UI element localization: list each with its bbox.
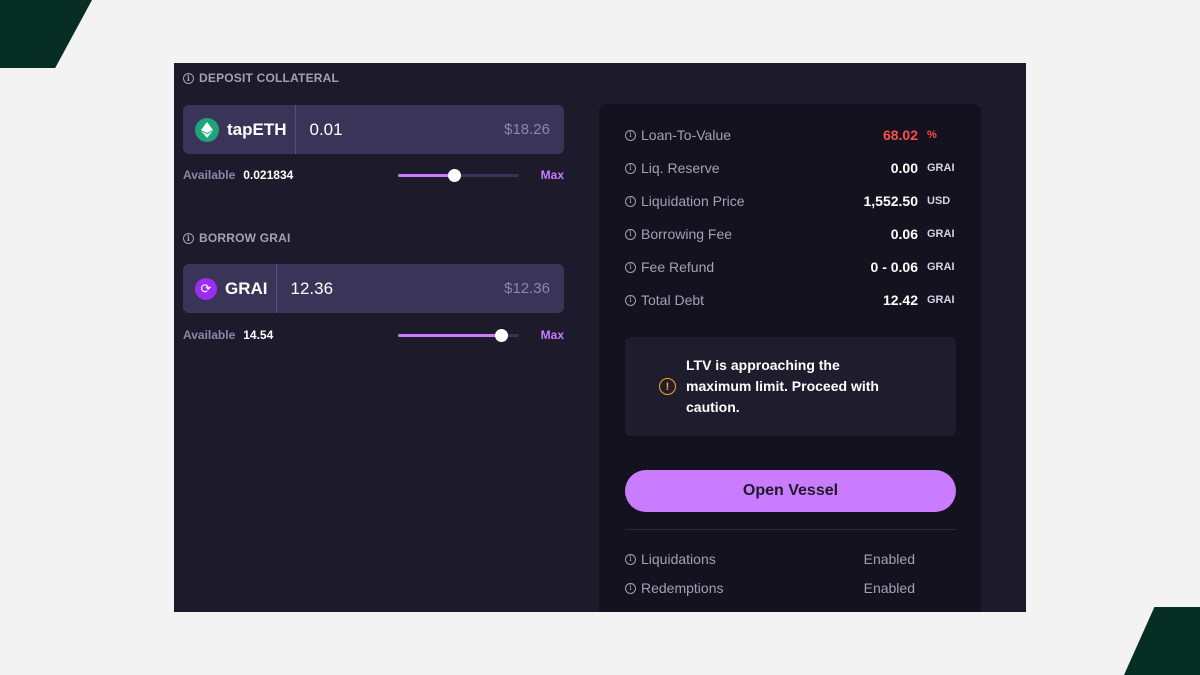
slider-fill	[398, 173, 454, 177]
info-icon: i	[625, 162, 636, 174]
stat-label: i Total Debt	[625, 292, 883, 308]
divider	[625, 529, 956, 530]
info-icon: i	[625, 294, 636, 306]
grai-icon: ⟳	[195, 277, 217, 300]
borrow-label-text: BORROW GRAI	[199, 231, 291, 245]
stat-row-fee-refund: i Fee Refund 0 - 0.06 GRAI	[625, 258, 956, 276]
deposit-section-label: i DEPOSIT COLLATERAL	[183, 71, 339, 85]
borrow-token-name: GRAI	[225, 278, 268, 298]
stat-unit: GRAI	[927, 261, 955, 273]
stat-label-text: Borrowing Fee	[641, 226, 733, 242]
open-vessel-button[interactable]: Open Vessel	[625, 470, 956, 512]
stat-label-text: Liq. Reserve	[641, 160, 720, 176]
stat-unit: GRAI	[927, 294, 955, 306]
stat-row-liq-reserve: i Liq. Reserve 0.00 GRAI	[625, 159, 956, 177]
flag-label: i Liquidations	[625, 551, 864, 567]
slider-thumb[interactable]	[494, 328, 508, 342]
deposit-token-selector[interactable]: tapETH	[183, 105, 296, 154]
deposit-slider[interactable]	[398, 168, 519, 182]
available-value: 14.54	[243, 328, 274, 342]
borrow-section-label: i BORROW GRAI	[183, 231, 291, 245]
deposit-token-name: tapETH	[227, 119, 287, 139]
stat-label: i Liquidation Price	[625, 193, 864, 209]
flag-label: i Redemptions	[625, 580, 864, 596]
flag-label-text: Redemptions	[641, 580, 724, 596]
stat-unit: USD	[927, 195, 951, 207]
stat-unit: GRAI	[927, 162, 955, 174]
ethereum-icon	[195, 117, 219, 142]
info-icon: i	[625, 195, 636, 207]
stat-value: 0.00	[890, 160, 918, 176]
vessel-app: i DEPOSIT COLLATERAL tapETH 0.01 $18.26 …	[174, 63, 1026, 612]
deposit-amount-input[interactable]: 0.01	[296, 120, 505, 140]
deposit-usd-value: $18.26	[504, 121, 550, 138]
deposit-input-box[interactable]: tapETH 0.01 $18.26	[183, 105, 564, 154]
borrow-max-button[interactable]: Max	[541, 328, 564, 342]
info-icon: i	[625, 129, 636, 141]
stat-label: i Borrowing Fee	[625, 226, 891, 242]
info-icon: i	[183, 232, 194, 244]
flag-row-redemptions: i Redemptions Enabled	[625, 579, 915, 597]
flag-value: Enabled	[863, 551, 915, 567]
flag-value: Enabled	[863, 580, 915, 596]
deposit-available-row: Available 0.021834 Max	[183, 167, 564, 183]
warning-icon: !	[659, 378, 676, 395]
stat-value: 0.06	[890, 226, 918, 242]
borrow-input-box[interactable]: ⟳ GRAI 12.36 $12.36	[183, 264, 564, 313]
available-value: 0.021834	[243, 168, 294, 182]
corner-decoration-bottom-right	[1124, 607, 1200, 675]
info-icon: i	[625, 228, 636, 240]
stat-value: 0 - 0.06	[870, 259, 918, 275]
stat-row-ltv: i Loan-To-Value 68.02 %	[625, 126, 956, 144]
deposit-max-button[interactable]: Max	[541, 168, 564, 182]
stat-unit: %	[927, 129, 937, 141]
borrow-usd-value: $12.36	[504, 280, 550, 297]
corner-decoration-top-left	[0, 0, 92, 68]
stat-row-borrowing-fee: i Borrowing Fee 0.06 GRAI	[625, 225, 956, 243]
slider-fill	[398, 333, 501, 337]
stat-label-text: Fee Refund	[641, 259, 715, 275]
info-icon: i	[625, 261, 636, 273]
stat-label: i Fee Refund	[625, 259, 871, 275]
borrow-amount-input[interactable]: 12.36	[277, 279, 505, 299]
stat-row-liquidation-price: i Liquidation Price 1,552.50 USD	[625, 192, 956, 210]
available-label: Available	[183, 168, 236, 182]
deposit-label-text: DEPOSIT COLLATERAL	[199, 71, 340, 85]
available-label: Available	[183, 328, 236, 342]
vessel-summary-panel: i Loan-To-Value 68.02 % i Liq. Reserve 0.0…	[599, 104, 981, 612]
flag-row-liquidations: i Liquidations Enabled	[625, 550, 915, 568]
stat-row-total-debt: i Total Debt 12.42 GRAI	[625, 291, 956, 309]
borrow-token-selector[interactable]: ⟳ GRAI	[183, 264, 277, 313]
borrow-available-row: Available 14.54 Max	[183, 327, 564, 343]
stat-unit: GRAI	[927, 228, 955, 240]
ltv-warning-text: LTV is approaching the maximum limit. Pr…	[686, 357, 879, 415]
stat-label: i Liq. Reserve	[625, 160, 891, 176]
slider-thumb[interactable]	[447, 168, 461, 182]
ltv-warning-box: ! LTV is approaching the maximum limit. …	[625, 337, 956, 436]
flag-label-text: Liquidations	[641, 551, 716, 567]
borrow-slider[interactable]	[398, 328, 519, 342]
stat-label-text: Loan-To-Value	[641, 127, 732, 143]
stat-label-text: Liquidation Price	[641, 193, 745, 209]
stat-label-text: Total Debt	[641, 292, 705, 308]
stat-value: 12.42	[882, 292, 918, 308]
info-icon: i	[183, 72, 194, 84]
stat-value: 68.02	[882, 127, 918, 143]
stat-value: 1,552.50	[863, 193, 919, 209]
stat-label: i Loan-To-Value	[625, 127, 883, 143]
info-icon: i	[625, 553, 636, 565]
info-icon: i	[625, 582, 636, 594]
